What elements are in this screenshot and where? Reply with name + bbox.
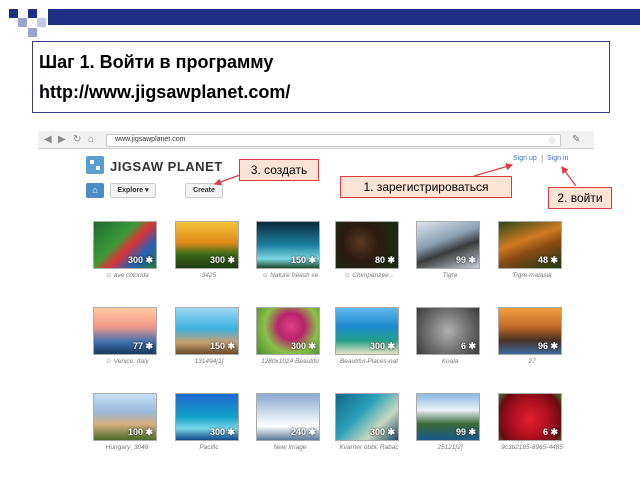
piece-count-badge: 99 ✱ xyxy=(455,427,476,437)
url-text: www.jigsawplanet.com xyxy=(115,136,186,143)
piece-count-badge: 300 ✱ xyxy=(369,427,395,437)
puzzle-caption[interactable]: Koala xyxy=(416,358,484,365)
star-icon[interactable]: ☆ xyxy=(548,135,556,146)
puzzle-caption[interactable]: ☺ Nature freash se xyxy=(256,272,324,279)
puzzle-thumbnail[interactable]: 48 ✱ xyxy=(498,221,562,269)
header-bar xyxy=(48,9,640,25)
sign-in-link[interactable]: Sign in xyxy=(547,155,568,162)
piece-count-badge: 150 ✱ xyxy=(290,255,316,265)
piece-count-badge: 300 ✱ xyxy=(127,255,153,265)
puzzle-caption[interactable]: Hungary_3048 xyxy=(93,444,161,451)
puzzle-caption[interactable]: 131494[1] xyxy=(175,358,243,365)
piece-count-badge: 99 ✱ xyxy=(455,255,476,265)
puzzle-caption[interactable]: ☺ Chimpanzee... xyxy=(335,272,403,279)
puzzle-caption[interactable]: 1280x1024 Beautifu xyxy=(256,358,324,365)
piece-count-badge: 300 ✱ xyxy=(209,255,235,265)
puzzle-thumbnail[interactable]: 300 ✱ xyxy=(256,307,320,355)
puzzle-caption[interactable]: 27 xyxy=(498,358,566,365)
puzzle-thumbnail[interactable]: 300 ✱ xyxy=(175,221,239,269)
puzzle-thumbnail[interactable]: 300 ✱ xyxy=(175,393,239,441)
reload-icon[interactable]: ↻ xyxy=(73,134,81,146)
piece-count-badge: 6 ✱ xyxy=(460,341,476,351)
piece-count-badge: 80 ✱ xyxy=(374,255,395,265)
puzzle-thumbnail[interactable]: 99 ✱ xyxy=(416,393,480,441)
puzzle-caption[interactable]: Pacific xyxy=(175,444,243,451)
sign-up-link[interactable]: Sign up xyxy=(513,155,537,162)
piece-count-badge: 96 ✱ xyxy=(537,341,558,351)
puzzle-caption[interactable]: Beautiful-Places-nat xyxy=(335,358,403,365)
decor-square xyxy=(9,9,18,18)
puzzle-thumbnail[interactable]: 300 ✱ xyxy=(93,221,157,269)
puzzle-thumbnail[interactable]: 240 ✱ xyxy=(256,393,320,441)
puzzle-thumbnail[interactable]: 99 ✱ xyxy=(416,221,480,269)
puzzle-logo-icon[interactable] xyxy=(86,156,104,174)
puzzle-caption[interactable]: Tigre-malasia xyxy=(498,272,566,279)
link-separator: | xyxy=(541,153,544,163)
puzzle-thumbnail[interactable]: 96 ✱ xyxy=(498,307,562,355)
piece-count-badge: 300 ✱ xyxy=(290,341,316,351)
puzzle-caption[interactable]: 9c3b2185-8965-4485 xyxy=(498,444,566,451)
slide-title: Шаг 1. Войти в программу xyxy=(39,52,274,72)
piece-count-badge: 48 ✱ xyxy=(537,255,558,265)
piece-count-badge: 300 ✱ xyxy=(209,427,235,437)
puzzle-thumbnail[interactable]: 77 ✱ xyxy=(93,307,157,355)
explore-button[interactable]: Explore ▾ xyxy=(110,183,156,198)
decor-square xyxy=(28,28,37,37)
piece-count-badge: 150 ✱ xyxy=(209,341,235,351)
callout-create: 3. создать xyxy=(239,159,319,181)
puzzle-thumbnail[interactable]: 300 ✱ xyxy=(335,393,399,441)
create-button[interactable]: Create xyxy=(185,183,223,198)
slide-url: http://www.jigsawplanet.com/ xyxy=(39,82,291,102)
puzzle-thumbnail[interactable]: 150 ✱ xyxy=(175,307,239,355)
home-button[interactable]: ⌂ xyxy=(86,183,104,198)
piece-count-badge: 77 ✱ xyxy=(132,341,153,351)
puzzle-caption[interactable]: 25121[2] xyxy=(416,444,484,451)
site-logo[interactable]: JIGSAW PLANET xyxy=(110,159,223,174)
callout-register: 1. зарегистрироваться xyxy=(340,176,512,198)
puzzle-caption[interactable]: Kvarner óbbl, Rabac xyxy=(335,444,403,451)
piece-count-badge: 300 ✱ xyxy=(369,341,395,351)
puzzle-caption[interactable]: New Image xyxy=(256,444,324,451)
decor-square xyxy=(37,18,46,27)
puzzle-caption[interactable]: Tigre xyxy=(416,272,484,279)
decor-square xyxy=(18,18,27,27)
piece-count-badge: 6 ✱ xyxy=(542,427,558,437)
forward-icon[interactable]: ▶ xyxy=(58,134,66,146)
puzzle-caption[interactable]: 3425 xyxy=(175,272,243,279)
piece-count-badge: 100 ✱ xyxy=(127,427,153,437)
browser-toolbar: ◀ ▶ ↻ ⌂ www.jigsawplanet.com ☆ ✎ xyxy=(38,131,594,149)
puzzle-caption[interactable]: ☺ Venice, Italy xyxy=(93,358,161,365)
address-bar[interactable]: www.jigsawplanet.com ☆ xyxy=(106,134,561,147)
decor-square xyxy=(28,9,37,18)
puzzle-caption[interactable]: ☺ ave colorida xyxy=(93,272,161,279)
puzzle-thumbnail[interactable]: 6 ✱ xyxy=(498,393,562,441)
back-icon[interactable]: ◀ xyxy=(44,134,52,146)
slide-title-box: Шаг 1. Войти в программу http://www.jigs… xyxy=(32,41,610,113)
puzzle-thumbnail[interactable]: 100 ✱ xyxy=(93,393,157,441)
wrench-icon[interactable]: ✎ xyxy=(572,134,580,145)
home-icon[interactable]: ⌂ xyxy=(88,134,94,146)
puzzle-thumbnail[interactable]: 6 ✱ xyxy=(416,307,480,355)
callout-login: 2. войти xyxy=(548,187,612,209)
puzzle-thumbnail[interactable]: 80 ✱ xyxy=(335,221,399,269)
puzzle-thumbnail[interactable]: 150 ✱ xyxy=(256,221,320,269)
puzzle-thumbnail[interactable]: 300 ✱ xyxy=(335,307,399,355)
piece-count-badge: 240 ✱ xyxy=(290,427,316,437)
